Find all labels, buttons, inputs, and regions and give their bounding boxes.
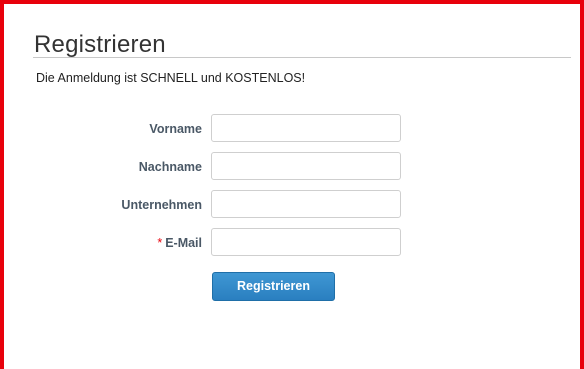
vorname-label: Vorname [149, 122, 202, 136]
unternehmen-label: Unternehmen [121, 198, 202, 212]
page-title: Registrieren [34, 31, 166, 58]
signup-subtitle: Die Anmeldung ist SCHNELL und KOSTENLOS! [36, 71, 306, 85]
form-row-vorname: Vorname [4, 114, 584, 144]
form-row-nachname: Nachname [4, 152, 584, 182]
title-divider [33, 57, 571, 58]
nachname-label: Nachname [139, 160, 202, 174]
required-marker: * [157, 236, 163, 250]
unternehmen-field[interactable] [211, 190, 401, 218]
email-label: * E-Mail [157, 236, 202, 250]
vorname-field[interactable] [211, 114, 401, 142]
register-button[interactable]: Registrieren [212, 272, 335, 301]
nachname-field[interactable] [211, 152, 401, 180]
email-field[interactable] [211, 228, 401, 256]
vorname-label-text: Vorname [149, 122, 202, 136]
email-label-text: E-Mail [165, 236, 202, 250]
nachname-label-text: Nachname [138, 160, 202, 174]
form-row-unternehmen: Unternehmen [4, 190, 584, 220]
unternehmen-label-text: Unternehmen [121, 198, 202, 212]
form-row-email: * E-Mail [4, 228, 584, 258]
form-frame: Registrieren Die Anmeldung ist SCHNELL u… [0, 0, 584, 369]
